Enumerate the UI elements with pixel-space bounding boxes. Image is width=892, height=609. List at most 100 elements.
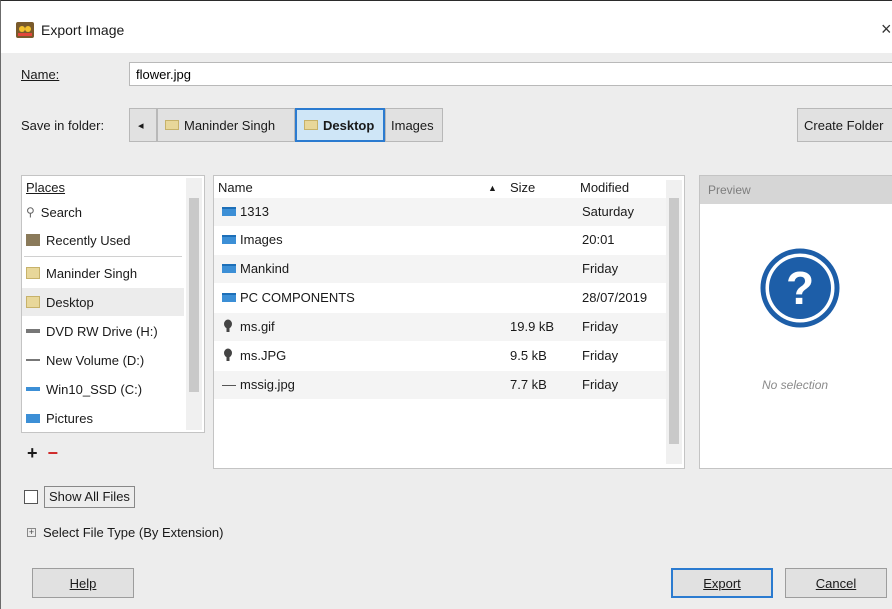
export-image-dialog: Export Image × Name: Save in folder: ◂ M… bbox=[0, 0, 892, 609]
file-name: ms.JPG bbox=[240, 348, 287, 363]
show-all-files-checkbox[interactable] bbox=[24, 490, 38, 504]
add-place-button[interactable]: + bbox=[27, 443, 38, 463]
path-crumb-images[interactable]: Images bbox=[385, 108, 443, 142]
gimp-app-icon bbox=[16, 22, 34, 38]
file-row[interactable]: mssig.jpg 7.7 kB Friday bbox=[214, 371, 670, 399]
drive-icon bbox=[26, 387, 40, 391]
column-header-name[interactable]: Name bbox=[218, 180, 253, 195]
help-button-label: Help bbox=[69, 575, 97, 591]
crumb-label: Desktop bbox=[323, 117, 375, 133]
folder-icon bbox=[165, 120, 179, 130]
drive-icon bbox=[26, 359, 40, 361]
question-mark-icon: ? bbox=[760, 248, 840, 328]
file-modified: 28/07/2019 bbox=[582, 290, 648, 305]
places-scrollbar[interactable] bbox=[186, 178, 202, 430]
file-size: 9.5 kB bbox=[510, 348, 547, 363]
place-recently-used[interactable]: Recently Used bbox=[22, 226, 184, 254]
file-name: Images bbox=[240, 232, 283, 247]
places-add-remove: + − bbox=[27, 443, 58, 464]
show-all-files-label[interactable]: Show All Files bbox=[44, 486, 135, 508]
cancel-button-label: Cancel bbox=[815, 575, 857, 591]
file-icon bbox=[222, 385, 236, 394]
crumb-label: Maninder Singh bbox=[184, 117, 276, 133]
place-pictures[interactable]: Pictures bbox=[22, 404, 184, 432]
file-modified: Friday bbox=[582, 319, 619, 334]
folder-icon bbox=[26, 296, 40, 308]
file-row[interactable]: ms.JPG 9.5 kB Friday bbox=[214, 342, 670, 370]
place-win10-ssd[interactable]: Win10_SSD (C:) bbox=[22, 375, 184, 403]
file-size: 7.7 kB bbox=[510, 377, 547, 392]
cancel-button[interactable]: Cancel bbox=[785, 568, 887, 598]
optical-drive-icon bbox=[26, 329, 40, 333]
file-list-scrollbar[interactable] bbox=[666, 180, 682, 464]
select-file-type-expander[interactable]: Select File Type (By Extension) bbox=[43, 525, 223, 540]
file-list: Name ▲ Size Modified 1313 Saturday Image… bbox=[213, 175, 685, 469]
place-label: Search bbox=[40, 204, 82, 220]
file-name: PC COMPONENTS bbox=[240, 290, 355, 305]
preview-header: Preview bbox=[700, 176, 892, 204]
places-separator bbox=[24, 256, 182, 257]
file-size: 19.9 kB bbox=[510, 319, 555, 334]
places-panel: Places ⚲ Search Recently Used Maninder S… bbox=[21, 175, 205, 433]
path-crumb-maninder-singh[interactable]: Maninder Singh bbox=[157, 108, 295, 142]
image-file-icon bbox=[224, 348, 232, 361]
file-modified: Friday bbox=[582, 261, 619, 276]
place-label: Desktop bbox=[46, 294, 94, 310]
no-selection-text: No selection bbox=[762, 378, 829, 392]
path-back-button[interactable]: ◂ bbox=[129, 108, 157, 142]
window-title: Export Image bbox=[41, 22, 125, 38]
file-modified: Saturday bbox=[582, 204, 635, 219]
place-label: DVD RW Drive (H:) bbox=[46, 323, 158, 339]
file-name: ms.gif bbox=[240, 319, 275, 334]
export-button[interactable]: Export bbox=[671, 568, 773, 598]
create-folder-button[interactable]: Create Folder bbox=[797, 108, 892, 142]
place-label: Maninder Singh bbox=[46, 265, 138, 281]
chevron-left-icon: ◂ bbox=[138, 119, 144, 132]
place-label: Win10_SSD (C:) bbox=[46, 381, 143, 397]
place-dvd-drive[interactable]: DVD RW Drive (H:) bbox=[22, 317, 184, 345]
place-label: Pictures bbox=[46, 410, 93, 426]
image-file-icon bbox=[224, 319, 232, 332]
path-crumb-desktop[interactable]: Desktop bbox=[295, 108, 385, 142]
file-modified: 20:01 bbox=[582, 232, 615, 247]
recent-icon bbox=[26, 234, 40, 246]
name-label: Name: bbox=[21, 67, 60, 82]
folder-icon bbox=[222, 264, 236, 273]
file-list-scroll-thumb[interactable] bbox=[669, 198, 679, 444]
file-name: Mankind bbox=[240, 261, 290, 276]
expander-plus-icon[interactable]: + bbox=[27, 528, 36, 537]
filename-input[interactable] bbox=[129, 62, 892, 86]
places-scroll-thumb[interactable] bbox=[189, 198, 199, 392]
places-header: Places bbox=[26, 180, 66, 195]
sort-ascending-icon: ▲ bbox=[488, 183, 497, 193]
search-icon: ⚲ bbox=[26, 205, 35, 219]
folder-icon bbox=[304, 120, 318, 130]
place-label: New Volume (D:) bbox=[46, 352, 145, 368]
close-icon[interactable]: × bbox=[881, 19, 892, 40]
file-row[interactable]: ms.gif 19.9 kB Friday bbox=[214, 313, 670, 341]
column-header-size[interactable]: Size bbox=[510, 180, 535, 195]
column-header-modified[interactable]: Modified bbox=[580, 180, 629, 195]
file-row[interactable]: Images 20:01 bbox=[214, 226, 670, 254]
folder-icon bbox=[222, 207, 236, 216]
place-desktop[interactable]: Desktop bbox=[22, 288, 184, 316]
folder-icon bbox=[26, 267, 40, 279]
file-modified: Friday bbox=[582, 377, 619, 392]
file-row[interactable]: 1313 Saturday bbox=[214, 198, 670, 226]
crumb-label: Images bbox=[391, 117, 434, 133]
save-in-folder-label: Save in folder: bbox=[21, 118, 105, 133]
export-button-label: Export bbox=[703, 575, 741, 591]
remove-place-button[interactable]: − bbox=[48, 443, 59, 463]
file-row[interactable]: Mankind Friday bbox=[214, 255, 670, 283]
place-new-volume[interactable]: New Volume (D:) bbox=[22, 346, 184, 374]
file-row[interactable]: PC COMPONENTS 28/07/2019 bbox=[214, 284, 670, 312]
preview-panel: Preview ? No selection bbox=[699, 175, 892, 469]
folder-icon bbox=[222, 235, 236, 244]
place-label: Recently Used bbox=[46, 232, 131, 248]
file-name: mssig.jpg bbox=[240, 377, 295, 392]
place-maninder-singh[interactable]: Maninder Singh bbox=[22, 259, 184, 287]
folder-icon bbox=[222, 293, 236, 302]
place-search[interactable]: ⚲ Search bbox=[22, 198, 184, 226]
help-button[interactable]: Help bbox=[32, 568, 134, 598]
file-name: 1313 bbox=[240, 204, 269, 219]
